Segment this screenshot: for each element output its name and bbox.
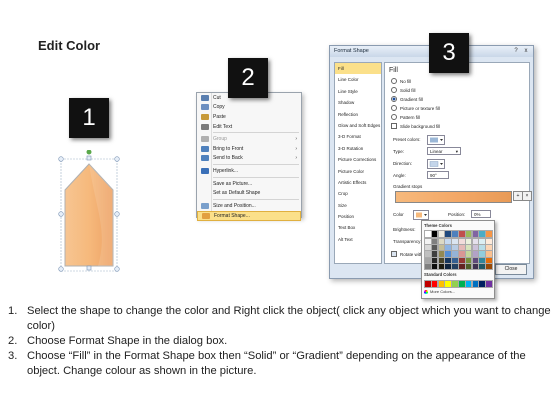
page-title: Edit Color bbox=[38, 38, 101, 53]
angle-input[interactable]: 90° bbox=[427, 171, 449, 179]
standard-colors-heading: Standard Colors bbox=[424, 272, 457, 277]
color-swatch[interactable] bbox=[485, 280, 493, 288]
color-wheel-icon bbox=[424, 289, 428, 294]
position-input[interactable]: 0% bbox=[471, 210, 491, 218]
size-icon bbox=[201, 202, 209, 209]
color-swatch[interactable] bbox=[485, 230, 493, 238]
paste-icon bbox=[201, 113, 209, 120]
instruction-item: 3. Choose “Fill” in the Format Shape box … bbox=[8, 350, 526, 377]
help-icon[interactable]: ? bbox=[512, 47, 520, 55]
dialog-nav-item[interactable]: Shadow bbox=[335, 97, 381, 108]
dialog-nav-item[interactable]: Picture Corrections bbox=[335, 154, 381, 165]
gradient-stops-bar[interactable] bbox=[395, 191, 512, 203]
context-menu-item[interactable]: Bring to Front › bbox=[197, 144, 301, 154]
context-menu-item[interactable]: Format Shape... bbox=[197, 210, 301, 221]
send-back-icon bbox=[201, 155, 209, 162]
context-menu-item[interactable]: Set as Default Shape bbox=[197, 188, 301, 198]
preset-colors-dropdown[interactable] bbox=[427, 135, 445, 145]
copy-icon bbox=[201, 104, 209, 111]
step-3-badge: 3 bbox=[429, 33, 469, 73]
position-label: Position: bbox=[448, 212, 466, 217]
color-palette-popup: Theme Colors Standard Colors More Colors… bbox=[421, 220, 495, 299]
close-button[interactable]: Close bbox=[495, 264, 527, 275]
gradient-fill-radio[interactable]: Gradient fill bbox=[391, 96, 423, 102]
dialog-nav-item[interactable]: Position bbox=[335, 211, 381, 222]
hyperlink-icon bbox=[201, 167, 209, 174]
step-2-badge: 2 bbox=[228, 58, 268, 98]
dialog-nav-item[interactable]: Reflection bbox=[335, 109, 381, 120]
color-dropdown-button[interactable] bbox=[413, 210, 429, 220]
instruction-item: 1. Select the shape to change the color a… bbox=[8, 305, 551, 332]
context-menu-item[interactable]: Save as Picture... bbox=[197, 179, 301, 189]
context-menu-item[interactable]: Edit Text bbox=[197, 122, 301, 132]
submenu-arrow-icon: › bbox=[295, 155, 297, 162]
format-shape-icon bbox=[202, 212, 210, 219]
solid-fill-radio[interactable]: Solid fill bbox=[391, 87, 416, 93]
dialog-nav-item[interactable]: Crop bbox=[335, 188, 381, 199]
preset-colors-label: Preset colors: bbox=[393, 137, 421, 142]
direction-dropdown[interactable] bbox=[427, 159, 445, 169]
scissors-icon bbox=[201, 94, 209, 101]
gradient-stops-label: Gradient stops bbox=[393, 184, 423, 189]
remove-stop-icon[interactable]: × bbox=[522, 191, 532, 201]
pentagon-arrow-shape[interactable] bbox=[58, 149, 120, 272]
dialog-nav-item[interactable]: Line Style bbox=[335, 86, 381, 97]
dialog-nav-item[interactable]: Alt Text bbox=[335, 234, 381, 245]
direction-label: Direction: bbox=[393, 161, 413, 166]
instructions-list: 1. Select the shape to change the color a… bbox=[8, 304, 556, 379]
color-swatch[interactable] bbox=[485, 262, 493, 271]
dialog-nav-item[interactable]: Line Color bbox=[335, 74, 381, 85]
more-colors-option[interactable]: More Colors... bbox=[424, 289, 455, 294]
transparency-label: Transparency: bbox=[393, 239, 422, 244]
dialog-nav-item[interactable]: Fill bbox=[335, 63, 381, 75]
bring-front-icon bbox=[201, 145, 209, 152]
type-label: Type: bbox=[393, 149, 405, 154]
context-menu-item[interactable]: Paste bbox=[197, 112, 301, 122]
submenu-arrow-icon: › bbox=[295, 145, 297, 152]
type-dropdown[interactable]: Linear ▾ bbox=[427, 147, 461, 155]
dialog-nav-item[interactable]: 3-D Rotation bbox=[335, 143, 381, 154]
picture-fill-radio[interactable]: Picture or texture fill bbox=[391, 105, 440, 111]
context-menu: Cut Copy Paste Edit Text Group › Bring to Fron… bbox=[196, 92, 302, 221]
brightness-label: Brightness: bbox=[393, 227, 416, 232]
context-menu-item[interactable]: Size and Position... bbox=[197, 201, 301, 211]
instruction-item: 2. Choose Format Shape in the dialog box. bbox=[8, 335, 228, 347]
dialog-nav: Fill Line Color Line Style Shadow Reflection… bbox=[334, 62, 382, 264]
dialog-nav-item[interactable]: Picture Color bbox=[335, 166, 381, 177]
dialog-nav-item[interactable]: Text Box bbox=[335, 222, 381, 233]
edit-text-icon bbox=[201, 123, 209, 130]
context-menu-item[interactable]: Send to Back › bbox=[197, 154, 301, 164]
pattern-fill-radio[interactable]: Pattern fill bbox=[391, 114, 420, 120]
dialog-nav-item[interactable]: Glow and Soft Edges bbox=[335, 120, 381, 131]
dialog-nav-item[interactable]: Size bbox=[335, 200, 381, 211]
group-icon bbox=[201, 136, 209, 143]
slide-background-fill-checkbox[interactable]: Slide background fill bbox=[391, 123, 440, 129]
angle-label: Angle: bbox=[393, 173, 406, 178]
context-menu-item[interactable]: Hyperlink... bbox=[197, 166, 301, 176]
no-fill-radio[interactable]: No fill bbox=[391, 78, 411, 84]
close-icon[interactable]: x bbox=[522, 47, 530, 55]
theme-colors-heading: Theme Colors bbox=[424, 223, 452, 228]
dialog-nav-item[interactable]: Artistic Effects bbox=[335, 177, 381, 188]
rotate-handle[interactable] bbox=[86, 149, 92, 155]
selected-shape[interactable] bbox=[58, 149, 120, 272]
context-menu-item[interactable]: Copy bbox=[197, 103, 301, 113]
color-label: Color bbox=[393, 212, 404, 217]
submenu-arrow-icon: › bbox=[295, 136, 297, 143]
fill-heading: Fill bbox=[389, 67, 398, 74]
step-1-badge: 1 bbox=[69, 98, 109, 138]
dialog-nav-item[interactable]: 3-D Format bbox=[335, 131, 381, 142]
context-menu-item[interactable]: Group › bbox=[197, 134, 301, 144]
